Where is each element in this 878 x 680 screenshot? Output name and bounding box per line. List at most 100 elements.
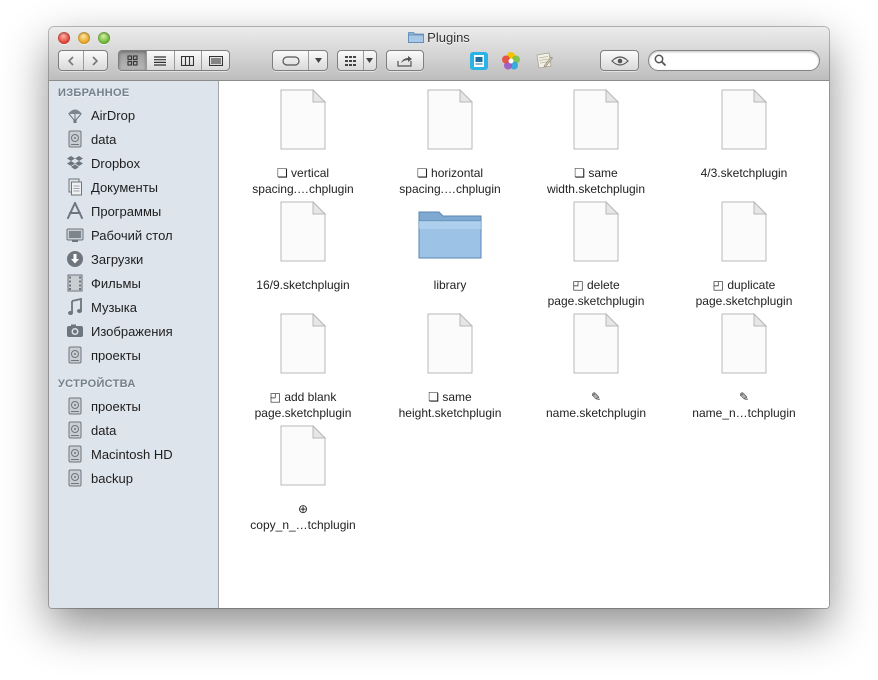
drive-icon [66, 445, 84, 463]
action-main [338, 51, 363, 70]
icon-view-icon [127, 55, 138, 66]
sidebar-item-airdrop[interactable]: AirDrop [66, 105, 216, 125]
file-item[interactable]: ✎ name_n…tchplugin [674, 312, 814, 421]
sidebar-item-label: Музыка [91, 299, 137, 315]
view-mode-control [118, 50, 230, 71]
file-icon-grid: ❏ vertical spacing.…chplugin ❏ horizontal… [219, 81, 829, 608]
icon-view-button[interactable] [119, 51, 146, 70]
back-button[interactable] [59, 51, 83, 70]
sidebar-item-movies[interactable]: Фильмы [66, 273, 216, 293]
search-input[interactable] [669, 53, 818, 69]
search-field[interactable] [648, 50, 820, 71]
file-item[interactable]: ❏ horizontal spacing.…chplugin [380, 88, 520, 197]
downloads-icon [66, 250, 84, 268]
file-name: ✎ name.sketchplugin [545, 390, 647, 420]
sidebar-item-pictures[interactable]: Изображения [66, 321, 216, 341]
sidebar-item-label: проекты [91, 347, 141, 363]
sidebar-item-label: AirDrop [91, 107, 136, 123]
document-icon [573, 200, 620, 262]
sidebar-item-data[interactable]: data [66, 129, 216, 149]
file-item[interactable]: ❏ vertical spacing.…chplugin [233, 88, 373, 197]
chevron-down-icon [314, 58, 322, 63]
sidebar-item-label: Изображения [91, 323, 173, 339]
sidebar-item-music[interactable]: Музыка [66, 297, 216, 317]
sidebar-item-label: Загрузки [91, 251, 144, 267]
document-icon [280, 312, 327, 374]
cover-flow-view-button[interactable] [201, 51, 229, 70]
file-item[interactable]: ⊕ copy_n_…tchplugin [233, 424, 373, 533]
drive-icon [66, 130, 84, 148]
finder-window: Plugins ИЗБРАННОЕ AirDrop data Dropbox Д… [49, 27, 829, 608]
sidebar-item-macintosh-hd[interactable]: Macintosh HD [66, 444, 216, 464]
drive-icon [66, 421, 84, 439]
folder-icon [418, 211, 482, 259]
sidebar-item-device-projects[interactable]: проекты [66, 396, 216, 416]
arrange-dropdown [308, 51, 327, 70]
file-name: library [433, 278, 467, 292]
chevron-right-icon [92, 55, 99, 66]
share-icon [397, 55, 412, 67]
folder-item[interactable]: library [380, 201, 520, 293]
sidebar-item-documents[interactable]: Документы [66, 177, 216, 197]
document-icon [573, 88, 620, 150]
dropbox-icon [66, 154, 84, 172]
drive-icon [66, 469, 84, 487]
sidebar-item-device-data[interactable]: data [66, 420, 216, 440]
sidebar-item-label: data [91, 131, 117, 147]
drive-icon [66, 397, 84, 415]
file-item[interactable]: 16/9.sketchplugin [233, 200, 373, 293]
airdrop-icon [66, 106, 84, 124]
quick-look-button[interactable] [600, 50, 639, 71]
share-button[interactable] [386, 50, 424, 71]
file-item[interactable]: ❏ same width.sketchplugin [526, 88, 666, 197]
sidebar-item-label: проекты [91, 398, 141, 414]
sidebar-item-label: Рабочий стол [91, 227, 173, 243]
eye-icon [610, 55, 629, 66]
column-view-icon [181, 55, 195, 66]
window-title-area: Plugins [49, 30, 829, 45]
document-icon [427, 312, 474, 374]
search-icon [654, 54, 667, 67]
music-icon [66, 298, 84, 316]
textedit-app-icon[interactable] [534, 51, 554, 71]
sidebar-item-label: Macintosh HD [91, 446, 173, 462]
sidebar-item-downloads[interactable]: Загрузки [66, 249, 216, 269]
file-name: ◰ add blank page.sketchplugin [254, 390, 352, 420]
document-icon [721, 200, 768, 262]
file-name: ◰ delete page.sketchplugin [547, 278, 645, 308]
chevron-down-icon [366, 58, 374, 63]
document-icon [427, 88, 474, 150]
sidebar-item-label: Программы [91, 203, 162, 219]
file-item[interactable]: ✎ name.sketchplugin [526, 312, 666, 421]
favorites-header: ИЗБРАННОЕ [58, 87, 130, 99]
file-name: 4/3.sketchplugin [700, 166, 788, 180]
file-name: ❏ vertical spacing.…chplugin [252, 166, 354, 196]
back-forward-control [58, 50, 108, 71]
column-view-button[interactable] [173, 51, 202, 70]
sidebar: ИЗБРАННОЕ AirDrop data Dropbox Документы… [49, 81, 219, 608]
file-item[interactable]: ◰ delete page.sketchplugin [526, 200, 666, 309]
file-item[interactable]: ◰ add blank page.sketchplugin [233, 312, 373, 421]
applications-icon [66, 202, 84, 220]
sidebar-item-projects[interactable]: проекты [66, 345, 216, 365]
list-view-button[interactable] [145, 51, 174, 70]
arrange-main [273, 51, 308, 70]
forward-button[interactable] [82, 51, 108, 70]
file-name: ❏ horizontal spacing.…chplugin [399, 166, 501, 196]
sidebar-item-label: Фильмы [91, 275, 141, 291]
sidebar-item-desktop[interactable]: Рабочий стол [66, 225, 216, 245]
pill-icon [282, 55, 300, 66]
sidebar-item-applications[interactable]: Программы [66, 201, 216, 221]
sidebar-item-dropbox[interactable]: Dropbox [66, 153, 216, 173]
action-dropdown [362, 51, 376, 70]
sketch-app-icon[interactable] [469, 51, 489, 71]
action-button[interactable] [337, 50, 377, 71]
file-item[interactable]: 4/3.sketchplugin [674, 88, 814, 181]
arrange-button[interactable] [272, 50, 328, 71]
title-bar: Plugins [49, 27, 829, 81]
file-item[interactable]: ◰ duplicate page.sketchplugin [674, 200, 814, 309]
sidebar-item-backup[interactable]: backup [66, 468, 216, 488]
file-item[interactable]: ❏ same height.sketchplugin [380, 312, 520, 421]
photos-app-icon[interactable] [501, 51, 521, 71]
sidebar-item-label: data [91, 422, 117, 438]
